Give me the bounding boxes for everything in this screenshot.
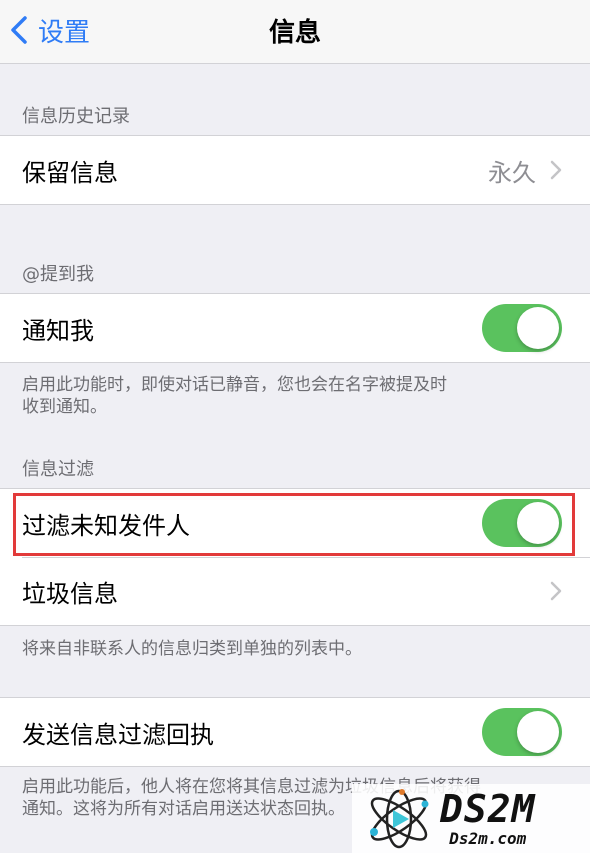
notify-me-toggle[interactable] bbox=[482, 304, 562, 352]
group-receipt: 发送信息过滤回执 bbox=[0, 697, 590, 767]
footer-line: 启用此功能时，即使对话已静音，您也会在名字被提及时 bbox=[22, 375, 447, 395]
toggle-knob bbox=[517, 307, 559, 349]
toggle-knob bbox=[517, 711, 559, 753]
page-title: 信息 bbox=[268, 18, 321, 48]
footer-line: 收到通知。 bbox=[22, 397, 107, 417]
junk-label: 垃圾信息 bbox=[22, 579, 118, 608]
navigation-bar: 设置 信息 bbox=[0, 0, 590, 64]
group-history: 保留信息 永久 bbox=[0, 135, 590, 205]
keep-messages-label: 保留信息 bbox=[22, 158, 118, 187]
notify-me-row: 通知我 bbox=[0, 294, 590, 362]
group-mention: 通知我 bbox=[0, 293, 590, 363]
notify-me-label: 通知我 bbox=[22, 316, 94, 345]
watermark: DS2M Ds2m.com bbox=[352, 784, 590, 853]
filter-receipt-row: 发送信息过滤回执 bbox=[0, 698, 590, 766]
chevron-right-icon bbox=[550, 160, 562, 180]
section-header-filter: 信息过滤 bbox=[22, 459, 94, 480]
filter-unknown-label: 过滤未知发件人 bbox=[22, 511, 190, 540]
section-header-mention: @提到我 bbox=[22, 264, 94, 285]
watermark-site: Ds2m.com bbox=[449, 829, 527, 848]
filter-receipt-toggle[interactable] bbox=[482, 708, 562, 756]
watermark-text: DS2M Ds2m.com bbox=[440, 789, 536, 848]
section-header-history: 信息历史记录 bbox=[22, 106, 130, 127]
watermark-brand: DS2M bbox=[440, 787, 536, 831]
toggle-knob bbox=[517, 502, 559, 544]
keep-messages-value: 永久 bbox=[488, 158, 536, 187]
filter-unknown-toggle[interactable] bbox=[482, 499, 562, 547]
group-filter: 过滤未知发件人 垃圾信息 bbox=[0, 488, 590, 626]
filter-unknown-row: 过滤未知发件人 bbox=[0, 489, 590, 557]
junk-row[interactable]: 垃圾信息 bbox=[0, 557, 590, 625]
section-footer-mention: 启用此功能时，即使对话已静音，您也会在名字被提及时 收到通知。 bbox=[22, 374, 522, 418]
section-footer-filter: 将来自非联系人的信息归类到单独的列表中。 bbox=[22, 639, 362, 659]
chevron-right-icon bbox=[550, 581, 562, 601]
atom-logo-icon bbox=[370, 788, 429, 848]
keep-messages-row[interactable]: 保留信息 永久 bbox=[0, 136, 590, 204]
filter-receipt-label: 发送信息过滤回执 bbox=[22, 720, 214, 749]
